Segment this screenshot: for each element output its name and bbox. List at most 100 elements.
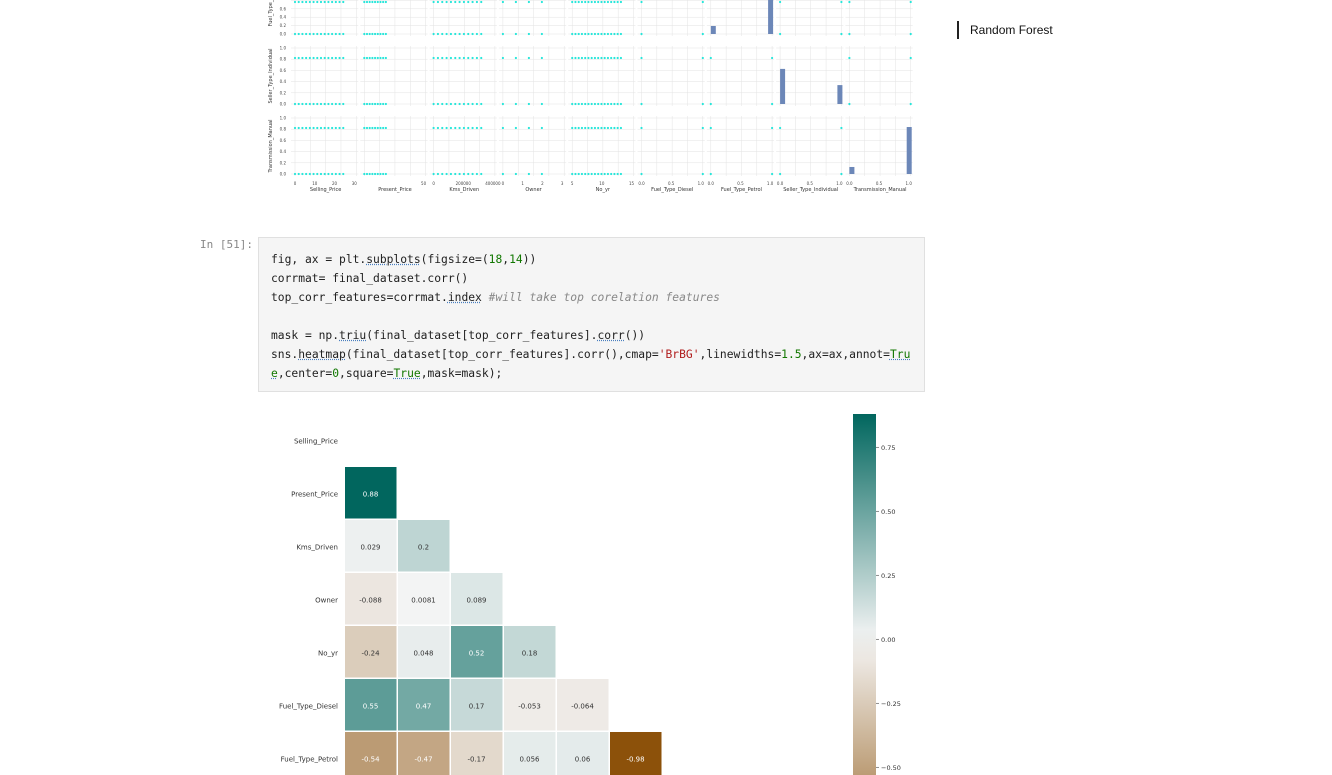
pairplot-y-tick: 0.6: [280, 6, 287, 11]
pairplot-point: [584, 172, 587, 176]
pairplot-point: [640, 126, 643, 130]
pairplot-point: [323, 56, 326, 60]
pairplot-point: [319, 56, 323, 60]
pairplot-panel: [845, 46, 913, 106]
pairplot-point: [297, 126, 300, 130]
pairplot-point: [342, 102, 345, 106]
pairplot-point: [316, 56, 319, 60]
pairplot-point: [540, 56, 543, 60]
pairplot-point: [501, 172, 504, 176]
pairplot-panel: [291, 0, 359, 36]
pairplot-x-tick: 1: [521, 181, 524, 186]
pairplot-point: [610, 32, 613, 36]
cell-prompt: In [51]:: [200, 238, 253, 251]
pairplot-x-tick: 5: [571, 181, 574, 186]
code-editor[interactable]: fig, ax = plt.subplots(figsize=(18,14)) …: [259, 238, 924, 383]
heatmap-annotation: 0.17: [469, 703, 485, 711]
pairplot-point: [909, 102, 912, 106]
pairplot-point: [640, 102, 643, 106]
pairplot-point: [331, 56, 334, 60]
pairplot-point: [619, 102, 623, 106]
pairplot-point: [527, 56, 530, 60]
pairplot-panel: [429, 46, 497, 106]
pairplot-point: [293, 0, 297, 4]
pairplot-point: [312, 0, 315, 4]
pairplot-point: [610, 0, 613, 4]
heatmap-annotation: 0.55: [363, 703, 379, 711]
heatmap-annotation: -0.54: [361, 756, 380, 764]
heatmap-row-label: Fuel_Type_Diesel: [279, 703, 338, 711]
pairplot-point: [454, 172, 457, 176]
pairplot-panel: [360, 0, 428, 36]
pairplot-point: [779, 172, 782, 176]
pairplot-point: [619, 32, 623, 36]
pairplot-point: [305, 102, 308, 106]
heatmap-annotation: -0.98: [626, 756, 644, 764]
pairplot-point: [338, 32, 341, 36]
colorbar-tick: −0.50: [881, 764, 901, 772]
pairplot-point: [371, 0, 374, 4]
pairplot-point: [373, 126, 377, 130]
pairplot-x-label: Seller_Type_Individual: [783, 187, 838, 193]
pairplot-point: [584, 56, 587, 60]
pairplot-point: [571, 56, 574, 60]
pairplot-point: [471, 56, 474, 60]
pairplot-point: [590, 0, 593, 4]
code-cell[interactable]: fig, ax = plt.subplots(figsize=(18,14)) …: [258, 237, 925, 392]
pairplot-point: [436, 126, 440, 130]
pairplot-point: [379, 172, 382, 176]
pairplot-x-tick: 1.0: [836, 181, 843, 186]
pairplot-point: [376, 32, 379, 36]
pairplot-x-tick: 1.0: [698, 181, 705, 186]
pairplot-x-tick: 20: [332, 181, 338, 186]
pairplot-point: [293, 56, 297, 60]
pairplot-point: [316, 172, 319, 176]
pairplot-point: [323, 126, 326, 130]
pairplot-point: [580, 172, 584, 176]
pairplot-x-label: No_yr: [596, 187, 611, 193]
pairplot-x-label: Transmission_Manual: [853, 187, 907, 193]
pairplot-point: [382, 172, 385, 176]
toc-item-random-forest[interactable]: Random Forest: [957, 21, 1053, 39]
pairplot-point: [432, 32, 435, 36]
heatmap-annotation: 0.18: [522, 650, 538, 658]
pairplot-point: [338, 172, 341, 176]
pairplot-point: [577, 0, 580, 4]
pairplot-point: [709, 56, 712, 60]
pairplot-x-label: Fuel_Type_Petrol: [721, 187, 762, 193]
pairplot-point: [514, 56, 517, 60]
pairplot-point: [432, 126, 435, 130]
pairplot-point: [597, 102, 600, 106]
pairplot-point: [480, 0, 483, 4]
pairplot-point: [462, 172, 466, 176]
pairplot-point: [382, 126, 385, 130]
pairplot-chart: Fuel_Type_ 0.0 0.2 0.4 0.6 Seller_Type_Indivi…: [268, 0, 913, 193]
heatmap-annotation: 0.88: [363, 491, 379, 499]
pairplot-point: [365, 56, 369, 60]
pairplot-point: [312, 126, 315, 130]
pairplot-point: [445, 172, 448, 176]
pairplot-point: [462, 56, 466, 60]
pairplot-point: [606, 32, 610, 36]
code-line: fig, ax = plt.subplots(figsize=(18,14)): [271, 253, 537, 266]
heatmap-row-label: Owner: [315, 597, 338, 605]
pairplot-x-tick: 3: [561, 181, 564, 186]
pairplot-point: [363, 126, 366, 130]
heatmap-annotation: -0.064: [571, 703, 594, 711]
pairplot-point: [338, 0, 341, 4]
pairplot-point: [373, 32, 377, 36]
pairplot-point: [709, 102, 712, 106]
pairplot-point: [467, 0, 470, 4]
pairplot-point: [445, 56, 448, 60]
pairplot-point: [301, 126, 304, 130]
pairplot-point: [701, 0, 704, 4]
pairplot-x-tick: 1.0: [906, 181, 913, 186]
pairplot-point: [371, 32, 374, 36]
pairplot-point: [382, 102, 385, 106]
pairplot-panel: [637, 0, 705, 36]
pairplot-point: [584, 102, 587, 106]
pairplot-point: [480, 126, 483, 130]
pairplot-x-tick: 10: [599, 181, 605, 186]
heatmap-cell: [398, 732, 450, 775]
pairplot-point: [619, 126, 623, 130]
